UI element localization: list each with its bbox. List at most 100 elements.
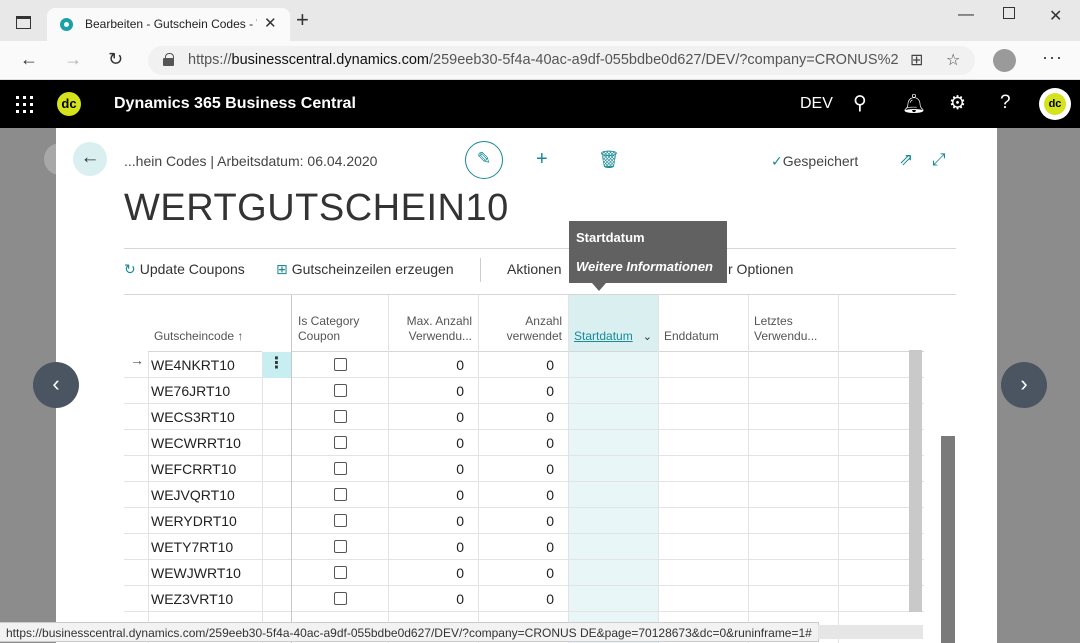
page-scrollbar[interactable] [941,436,955,643]
table-row[interactable]: WETY7RT10 0 0 [124,534,924,560]
is-category-checkbox[interactable] [334,410,347,423]
coupon-code-cell[interactable]: WECWRRT10 [151,430,241,456]
max-uses-cell[interactable]: 0 [388,482,478,508]
used-count-cell[interactable]: 0 [478,456,568,482]
table-row[interactable]: WEJVQRT10 0 0 [124,482,924,508]
used-count-cell[interactable]: 0 [478,430,568,456]
coupon-code-cell[interactable]: WEJVQRT10 [151,482,235,508]
column-header-max-uses[interactable]: Max. Anzahl Verwendu... [388,295,478,352]
max-uses-cell[interactable]: 0 [388,586,478,612]
is-category-checkbox[interactable] [334,462,347,475]
minimize-icon[interactable]: — [958,6,974,24]
table-row[interactable]: WECWRRT10 0 0 [124,430,924,456]
url-text[interactable]: https://businesscentral.dynamics.com/259… [188,52,898,68]
coupon-code-cell[interactable]: WERYDRT10 [151,508,237,534]
table-row[interactable]: WEZ3VRT10 0 0 [124,586,924,612]
previous-record-button[interactable]: ‹ [33,362,79,408]
column-header-code[interactable]: Gutscheincode ↑ [148,295,262,352]
used-count-cell[interactable]: 0 [478,378,568,404]
update-coupons-action[interactable]: ↻ Update Coupons [124,261,245,278]
back-arrow-icon[interactable]: ← [20,49,38,70]
column-header-end-date[interactable]: Enddatum [658,295,748,352]
actions-menu[interactable]: Aktionen [507,261,561,277]
horizontal-scrollbar[interactable] [818,625,923,639]
app-launcher-icon[interactable] [16,96,33,113]
more-options-menu[interactable]: r Optionen [728,261,793,277]
max-uses-cell[interactable]: 0 [388,352,478,378]
max-uses-cell[interactable]: 0 [388,560,478,586]
chevron-down-icon[interactable]: ⌄ [643,330,652,345]
add-favorite-icon[interactable]: ☆ [946,50,960,70]
environment-label[interactable]: DEV [800,95,833,113]
new-tab-icon[interactable]: + [296,9,309,31]
is-category-checkbox[interactable] [334,514,347,527]
tab-close-icon[interactable]: ✕ [264,14,277,32]
is-category-checkbox[interactable] [334,358,347,371]
max-uses-cell[interactable]: 0 [388,378,478,404]
table-row[interactable]: WERYDRT10 0 0 [124,508,924,534]
used-count-cell[interactable]: 0 [478,534,568,560]
table-row[interactable]: WEFCRRT10 0 0 [124,456,924,482]
browser-profile-avatar[interactable] [993,49,1016,72]
max-uses-cell[interactable]: 0 [388,430,478,456]
row-actions-icon[interactable]: ⋮ [262,352,291,378]
coupon-code-cell[interactable]: WEFCRRT10 [151,456,236,482]
coupon-code-cell[interactable]: WE4NKRT10 [151,352,235,378]
table-row[interactable]: WEWJWRT10 0 0 [124,560,924,586]
grid-scrollbar[interactable] [909,350,922,612]
column-header-used[interactable]: Anzahl verwendet [478,295,568,352]
tooltip-more-info-link[interactable]: Weitere Informationen [576,259,720,274]
window-close-icon[interactable]: ✕ [1049,6,1062,26]
edit-pencil-icon[interactable]: ✎ [465,141,503,179]
used-count-cell[interactable]: 0 [478,404,568,430]
is-category-checkbox[interactable] [334,384,347,397]
next-record-button[interactable]: › [1001,362,1047,408]
is-category-checkbox[interactable] [334,436,347,449]
expand-icon[interactable]: ⤢ [932,150,946,170]
user-avatar[interactable]: dc [1039,88,1071,120]
is-category-checkbox[interactable] [334,566,347,579]
used-count-cell[interactable]: 0 [478,560,568,586]
reload-icon[interactable]: ↻ [108,49,123,70]
settings-gear-icon[interactable]: ⚙ [949,92,966,115]
back-button[interactable]: ← [73,142,107,176]
column-header-start-date[interactable]: Startdatum ⌄ [568,295,658,352]
used-count-cell[interactable]: 0 [478,508,568,534]
column-header-is-category[interactable]: Is Category Coupon [292,295,388,352]
coupon-code-cell[interactable]: WE76JRT10 [151,378,230,404]
open-new-window-icon[interactable]: ⇗ [899,150,913,170]
max-uses-cell[interactable]: 0 [388,456,478,482]
read-aloud-icon[interactable]: ⊞ [910,50,923,70]
window-menu-icon[interactable] [16,16,31,29]
address-bar[interactable]: https://businesscentral.dynamics.com/259… [148,46,975,75]
max-uses-cell[interactable]: 0 [388,404,478,430]
is-category-checkbox[interactable] [334,488,347,501]
coupon-code-cell[interactable]: WEWJWRT10 [151,560,241,586]
table-row[interactable]: WE76JRT10 0 0 [124,378,924,404]
forward-arrow-icon[interactable]: → [64,49,82,70]
coupon-code-cell[interactable]: WECS3RT10 [151,404,235,430]
more-menu-icon[interactable]: ··· [1042,47,1063,68]
new-plus-icon[interactable]: + [536,148,548,171]
create-lines-action[interactable]: ⊞ Gutscheinzeilen erzeugen [276,261,454,278]
column-header-last-used[interactable]: Letztes Verwendu... [748,295,838,352]
coupon-code-cell[interactable]: WEZ3VRT10 [151,586,233,612]
help-icon[interactable]: ? [1000,92,1011,114]
coupon-code-cell[interactable]: WETY7RT10 [151,534,233,560]
is-category-checkbox[interactable] [334,540,347,553]
grid-line [748,295,749,643]
used-count-cell[interactable]: 0 [478,352,568,378]
max-uses-cell[interactable]: 0 [388,534,478,560]
table-row[interactable]: WECS3RT10 0 0 [124,404,924,430]
maximize-icon[interactable] [1003,7,1015,19]
used-count-cell[interactable]: 0 [478,586,568,612]
search-icon[interactable]: ⚲ [853,92,867,115]
lock-icon[interactable] [163,53,174,66]
max-uses-cell[interactable]: 0 [388,508,478,534]
browser-tab[interactable]: Bearbeiten - Gutschein Codes - W ✕ [47,8,290,41]
is-category-checkbox[interactable] [334,592,347,605]
delete-trash-icon[interactable]: 🗑︎ [598,150,620,170]
table-row[interactable]: → ⋮ WE4NKRT10 0 0 [124,352,924,378]
notification-bell-icon[interactable]: 🔔︎ [902,92,926,116]
used-count-cell[interactable]: 0 [478,482,568,508]
